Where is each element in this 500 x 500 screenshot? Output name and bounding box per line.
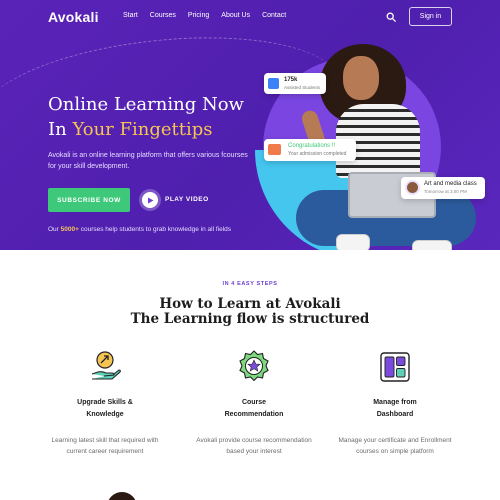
play-video-button[interactable] <box>139 189 161 211</box>
step-3-title-line-1: Manage from <box>373 399 417 406</box>
step-manage-dashboard: Manage from Dashboard Manage your certif… <box>320 350 470 457</box>
courses-count: 5000+ <box>60 226 79 233</box>
headline-accent: Your Fingettips <box>72 119 213 140</box>
play-video-label[interactable]: PLAY VIDEO <box>165 196 209 203</box>
headline-line-2: In Your Fingettips <box>48 117 244 142</box>
nav-link-pricing[interactable]: Pricing <box>188 12 209 19</box>
headline-in: In <box>48 119 73 140</box>
students-icon <box>268 78 279 89</box>
students-value: 175k <box>284 77 298 83</box>
top-nav: Avokali Start Courses Pricing About Us C… <box>0 0 500 34</box>
badge-star-icon <box>239 350 269 382</box>
step-2-desc-line-1: Avokali provide course recommendation <box>196 437 312 444</box>
courses-info: Our 5000+ courses help students to grab … <box>48 226 231 233</box>
congrats-subtitle: Your admission completed <box>288 151 347 157</box>
step-1-description: Learning latest skill that required with… <box>30 435 180 457</box>
step-3-title-line-2: Dashboard <box>376 411 414 418</box>
congrats-card: Congratulations !! Your admission comple… <box>264 139 356 161</box>
headline-line-1: Online Learning Now <box>48 94 244 115</box>
brand-logo[interactable]: Avokali <box>48 9 99 25</box>
step-1-title-line-2: Knowledge <box>86 411 124 418</box>
nav-link-start[interactable]: Start <box>123 12 138 19</box>
courses-suffix: courses help students to grab knowledge … <box>78 226 232 233</box>
student-illustration-face <box>343 56 379 100</box>
step-3-desc-line-1: Manage your certificate and Enrollment <box>338 437 452 444</box>
step-3-desc-line-2: courses on simple platform <box>356 448 434 455</box>
student-illustration-shoe-right <box>412 240 452 250</box>
nav-links: Start Courses Pricing About Us Contact <box>123 12 286 19</box>
step-3-description: Manage your certificate and Enrollment c… <box>320 435 470 457</box>
upgrade-hand-icon <box>91 351 121 380</box>
steps-title-line-2: The Learning flow is structured <box>130 311 370 327</box>
nav-link-courses[interactable]: Courses <box>150 12 176 19</box>
play-icon <box>147 197 153 203</box>
step-2-desc-line-2: based your interest <box>226 448 282 455</box>
steps-title-line-1: How to Learn at Avokali <box>159 296 341 312</box>
landing-page: Avokali Start Courses Pricing About Us C… <box>0 0 500 500</box>
nav-link-contact[interactable]: Contact <box>262 12 286 19</box>
class-title: Art and media class <box>424 181 477 187</box>
steps-kicker: IN 4 EASY STEPS <box>222 281 278 287</box>
dashboard-grid-icon <box>380 352 410 382</box>
courses-prefix: Our <box>48 226 61 233</box>
subscribe-button[interactable]: SUBSCRIBE NOW <box>48 188 130 212</box>
hero-subtext: Avokali is an online learning platform t… <box>48 152 248 170</box>
step-1-title: Upgrade Skills & Knowledge <box>30 397 180 421</box>
nav-link-about[interactable]: About Us <box>221 12 250 19</box>
mail-icon <box>268 144 281 155</box>
step-2-title-line-1: Course <box>241 399 267 406</box>
next-section-avatar-peek <box>107 492 137 500</box>
class-time: Tomorrow at 3.00 PM <box>424 189 467 194</box>
instructor-avatar <box>405 180 420 195</box>
steps-title: How to Learn at Avokali The Learning flo… <box>0 297 500 327</box>
students-label: Assisted Students <box>284 85 321 90</box>
sign-in-button[interactable]: Sign in <box>409 7 452 26</box>
congrats-title: Congratulations !! <box>288 143 336 149</box>
step-3-title: Manage from Dashboard <box>320 397 470 421</box>
step-1-desc-line-1: Learning latest skill that required with <box>51 437 159 444</box>
hero-section: Avokali Start Courses Pricing About Us C… <box>0 0 500 250</box>
step-upgrade-skills: Upgrade Skills & Knowledge Learning late… <box>30 350 180 457</box>
student-illustration-shoe-left <box>336 234 370 250</box>
step-2-title: Course Recommendation <box>179 397 329 421</box>
search-icon[interactable] <box>386 12 396 22</box>
class-reminder-card: Art and media class Tomorrow at 3.00 PM <box>401 177 485 199</box>
students-stat-card: 175k Assisted Students <box>264 73 326 94</box>
step-1-title-line-1: Upgrade Skills & <box>77 399 133 406</box>
step-course-recommendation: Course Recommendation Avokali provide co… <box>179 350 329 457</box>
step-1-desc-line-2: current career requirement <box>66 448 144 455</box>
hero-headline: Online Learning Now In Your Fingettips <box>48 92 244 142</box>
step-2-description: Avokali provide course recommendation ba… <box>179 435 329 457</box>
step-2-title-line-2: Recommendation <box>224 411 284 418</box>
